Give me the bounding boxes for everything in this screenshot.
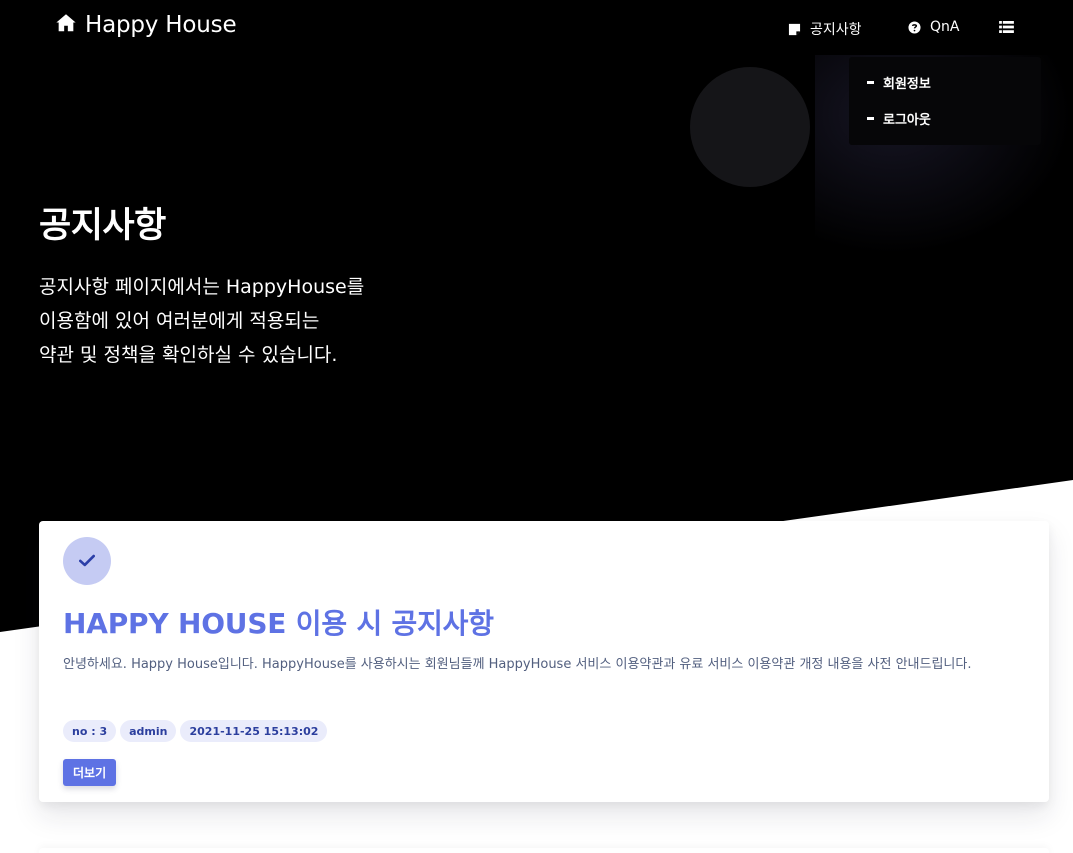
dropdown-item-profile[interactable]: 회원정보 [867,73,931,92]
list-icon [999,21,1014,33]
brand-name: Happy House [85,12,237,38]
description-line: 이용함에 있어 여러분에게 적용되는 [39,310,320,332]
dropdown-item-logout[interactable]: 로그아웃 [867,109,931,128]
notice-badges: no : 3 admin 2021-11-25 15:13:02 [63,720,328,742]
dash-icon [867,81,874,84]
badge-number: no : 3 [63,720,117,742]
sticky-note-icon [788,23,801,36]
dash-icon [867,117,874,120]
next-card-edge [39,848,1049,853]
page-description: 공지사항 페이지에서는 HappyHouse를 이용함에 있어 여러분에게 적용… [39,270,419,372]
dropdown-item-label: 로그아웃 [883,113,931,128]
nav-qna[interactable]: QnA [908,19,959,35]
question-circle-icon [908,20,921,34]
notice-card: HAPPY HOUSE 이용 시 공지사항 안녕하세요. Happy House… [39,521,1049,802]
notice-body: 안녕하세요. Happy House입니다. HappyHouse를 사용하시는… [63,657,972,672]
check-icon-circle [63,537,111,585]
description-line: 공지사항 페이지에서는 HappyHouse를 [39,276,365,298]
nav-notice-label: 공지사항 [810,22,862,38]
page-title: 공지사항 [39,206,166,246]
navbar: Happy House 공지사항 QnA [0,0,1073,56]
dropdown-item-label: 회원정보 [883,77,931,92]
badge-author: admin [120,720,177,742]
user-dropdown-menu: 회원정보 로그아웃 [849,57,1041,145]
home-icon [55,12,77,38]
nav-qna-label: QnA [930,19,960,35]
page: Happy House 공지사항 QnA 회원정보 로그아웃 공지사항 공지사항… [0,0,1073,853]
description-line: 약관 및 정책을 확인하실 수 있습니다. [39,344,338,366]
notice-title: HAPPY HOUSE 이용 시 공지사항 [63,607,494,640]
brand-link[interactable]: Happy House [55,12,237,38]
check-icon [79,552,95,571]
badge-date: 2021-11-25 15:13:02 [180,720,328,742]
nav-menu-toggle[interactable] [999,21,1014,33]
more-button[interactable]: 더보기 [63,759,117,786]
nav-notice[interactable]: 공지사항 [788,19,862,39]
decorative-circle [690,67,810,187]
